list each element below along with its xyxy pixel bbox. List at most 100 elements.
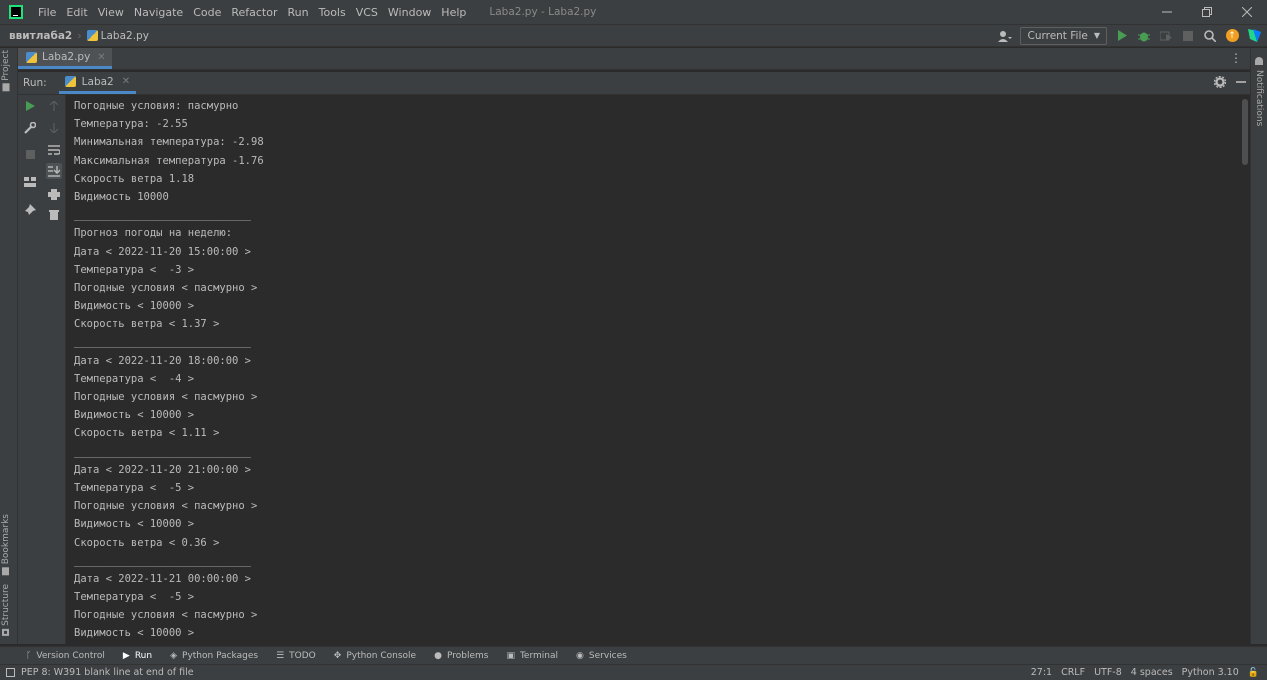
tab-python-packages[interactable]: ◈ Python Packages xyxy=(170,647,258,665)
pycharm-logo-icon xyxy=(9,5,23,19)
user-account-button[interactable] xyxy=(998,29,1013,43)
rerun-button[interactable] xyxy=(22,98,38,114)
minimize-icon xyxy=(1162,11,1172,13)
lock-icon[interactable]: 🔓 xyxy=(1248,668,1259,678)
project-tool-label: Project xyxy=(1,50,11,81)
tab-python-console[interactable]: ✥ Python Console xyxy=(334,647,416,665)
close-run-tab-icon[interactable]: ✕ xyxy=(122,76,130,87)
menu-navigate[interactable]: Navigate xyxy=(134,6,183,19)
run-tab-label: Laba2 xyxy=(81,75,114,88)
run-toolbar-secondary xyxy=(42,95,66,644)
tab-problems[interactable]: ● Problems xyxy=(434,647,488,665)
edit-configuration-button[interactable] xyxy=(22,120,38,136)
coverage-button[interactable] xyxy=(1159,29,1173,43)
tab-todo[interactable]: ☰ TODO xyxy=(276,647,316,665)
line-separator[interactable]: CRLF xyxy=(1061,667,1085,678)
search-icon xyxy=(1204,29,1216,42)
tab-terminal[interactable]: ▣ Terminal xyxy=(506,647,558,665)
close-tab-icon[interactable]: ✕ xyxy=(97,52,105,63)
console-line: Дата < 2022-11-20 15:00:00 > xyxy=(74,245,252,258)
layout-button[interactable] xyxy=(22,174,38,190)
editor-tab-label: Laba2.py xyxy=(42,51,91,63)
todo-list-icon: ☰ xyxy=(276,650,285,661)
arrow-up-icon xyxy=(50,101,58,111)
breadcrumb-separator: › xyxy=(77,29,82,42)
console-line: ____________________________ xyxy=(74,336,252,349)
breadcrumb-project[interactable]: ввитлаба2 xyxy=(9,30,72,42)
console-line: Скорость ветра 1.18 xyxy=(74,172,195,185)
down-stack-trace-button[interactable] xyxy=(46,120,62,136)
menu-help[interactable]: Help xyxy=(441,6,466,19)
bookmarks-tool-button[interactable]: Bookmarks xyxy=(1,514,11,576)
stop-button[interactable] xyxy=(1181,29,1195,43)
status-message[interactable]: PEP 8: W391 blank line at end of file xyxy=(21,667,194,678)
stop-icon xyxy=(25,149,35,159)
console-line: Температура < -4 > xyxy=(74,372,195,385)
breadcrumb-file[interactable]: Laba2.py xyxy=(101,30,149,42)
run-configuration-select[interactable]: Current File ▼ xyxy=(1020,26,1107,45)
console-line: Погодные условия: пасмурно xyxy=(74,100,239,112)
menu-edit[interactable]: Edit xyxy=(66,6,87,19)
more-options-icon[interactable]: ⋮ xyxy=(1230,51,1242,65)
clear-all-button[interactable] xyxy=(46,206,62,222)
editor-tab-laba2[interactable]: Laba2.py ✕ xyxy=(18,48,112,69)
bookmarks-tool-label: Bookmarks xyxy=(1,514,11,565)
settings-button[interactable] xyxy=(1213,75,1227,91)
tab-version-control-label: Version Control xyxy=(36,650,105,661)
pin-tab-button[interactable] xyxy=(22,202,38,218)
run-button[interactable] xyxy=(1115,29,1129,43)
tab-run[interactable]: ▶ Run xyxy=(123,647,152,665)
menu-vcs[interactable]: VCS xyxy=(356,6,378,19)
jetbrains-logo-icon xyxy=(1247,29,1261,42)
menu-file[interactable]: File xyxy=(38,6,56,19)
tab-run-label: Run xyxy=(134,650,153,661)
updates-button[interactable]: ↑ xyxy=(1225,29,1239,43)
debug-button[interactable] xyxy=(1137,29,1151,43)
left-tool-strip: Project Bookmarks Structure xyxy=(0,48,18,644)
scroll-to-end-icon xyxy=(48,165,60,177)
stop-process-button[interactable] xyxy=(22,146,38,162)
menu-refactor[interactable]: Refactor xyxy=(231,6,277,19)
python-file-icon xyxy=(86,30,98,41)
navbar-actions: Current File ▼ ↑ xyxy=(998,25,1261,46)
up-stack-trace-button[interactable] xyxy=(46,98,62,114)
run-configuration-label: Current File xyxy=(1027,29,1088,42)
console-line: Максимальная температура -1.76 xyxy=(74,154,264,167)
menu-view[interactable]: View xyxy=(98,6,124,19)
tab-problems-label: Problems xyxy=(446,650,489,661)
run-tab-laba2[interactable]: Laba2 ✕ xyxy=(58,72,137,94)
arrow-down-icon xyxy=(50,123,58,133)
scroll-to-end-button[interactable] xyxy=(46,163,62,179)
file-encoding[interactable]: UTF-8 xyxy=(1094,667,1122,678)
structure-tool-button[interactable]: Structure xyxy=(1,584,11,636)
jetbrains-toolbox-button[interactable] xyxy=(1247,29,1261,43)
toggle-tool-windows-icon[interactable] xyxy=(6,668,15,677)
console-output[interactable]: Погодные условия: пасмурно Температура: -… xyxy=(66,95,1240,644)
menu-window[interactable]: Window xyxy=(388,6,431,19)
close-window-button[interactable] xyxy=(1227,0,1267,24)
indent-settings[interactable]: 4 spaces xyxy=(1131,667,1173,678)
minimize-button[interactable] xyxy=(1147,0,1187,24)
window-controls xyxy=(1147,0,1267,24)
print-button[interactable] xyxy=(46,186,62,202)
caret-position[interactable]: 27:1 xyxy=(1031,667,1052,678)
menu-run[interactable]: Run xyxy=(288,6,309,19)
menu-code[interactable]: Code xyxy=(193,6,221,19)
menu-tools[interactable]: Tools xyxy=(319,6,346,19)
console-scrollbar[interactable] xyxy=(1240,95,1250,644)
coverage-icon xyxy=(1160,31,1172,41)
tab-services[interactable]: ◉ Services xyxy=(576,647,627,665)
user-icon xyxy=(998,30,1013,42)
console-line: Минимальная температура: -2.98 xyxy=(74,136,264,149)
run-header-actions xyxy=(1213,72,1246,94)
search-everywhere-button[interactable] xyxy=(1203,29,1217,43)
tab-version-control[interactable]: ᚴ Version Control xyxy=(26,647,105,665)
soft-wrap-button[interactable] xyxy=(46,142,62,158)
status-widgets: 27:1 CRLF UTF-8 4 spaces Python 3.10 🔓 xyxy=(1031,665,1259,680)
python-interpreter[interactable]: Python 3.10 xyxy=(1182,667,1239,678)
hide-tool-window-button[interactable] xyxy=(1236,77,1246,90)
scrollbar-thumb[interactable] xyxy=(1242,99,1248,165)
project-tool-button[interactable]: Project xyxy=(1,50,11,92)
console-line: Видимость < 10000 > xyxy=(74,409,195,422)
restore-button[interactable] xyxy=(1187,0,1227,24)
